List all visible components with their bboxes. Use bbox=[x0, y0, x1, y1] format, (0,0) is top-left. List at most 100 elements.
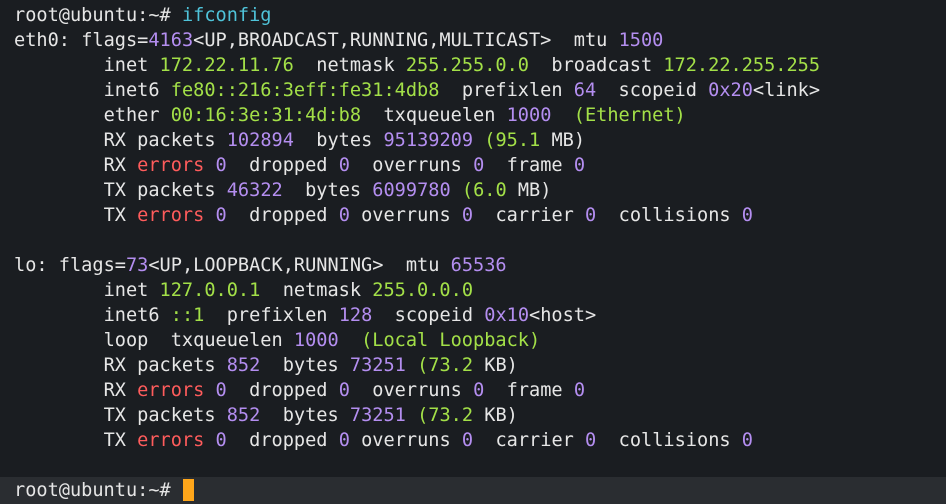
command-line: root@ubuntu:~# ifconfig bbox=[14, 3, 272, 28]
mtu-value: 65536 bbox=[450, 255, 507, 276]
dropped-label: dropped bbox=[249, 380, 328, 401]
iface-name: eth0: bbox=[14, 30, 70, 51]
text-cursor bbox=[183, 479, 194, 501]
inet6-label: inet6 bbox=[103, 305, 160, 326]
flags-list: <UP,LOOPBACK,RUNNING> bbox=[148, 255, 384, 276]
packets-label: packets bbox=[137, 355, 216, 376]
packets-label: packets bbox=[137, 405, 216, 426]
frame-label: frame bbox=[506, 380, 563, 401]
flags-value: 4163 bbox=[148, 30, 194, 51]
tx-collisions-value: 0 bbox=[741, 205, 753, 226]
carrier-label: carrier bbox=[495, 430, 574, 451]
rx-bytes-value: 73251 bbox=[349, 355, 406, 376]
lo-tx-errors-line: TX errors 0 dropped 0 overruns 0 carrier… bbox=[14, 428, 753, 453]
tx-errors-value: 0 bbox=[215, 430, 227, 451]
frame-label: frame bbox=[506, 155, 563, 176]
tx-bytes-value: 6099780 bbox=[372, 180, 451, 201]
rx-bytes-value: 95139209 bbox=[383, 130, 474, 151]
packets-label: packets bbox=[137, 180, 216, 201]
rx-label: RX bbox=[103, 155, 126, 176]
eth0-inet-line: inet 172.22.11.76 netmask 255.255.0.0 br… bbox=[14, 53, 821, 78]
link-type: (Ethernet) bbox=[573, 105, 686, 126]
tx-label: TX bbox=[103, 430, 126, 451]
rx-frame-value: 0 bbox=[573, 155, 586, 176]
lo-rx-packets-line: RX packets 852 bytes 73251 (73.2 KB) bbox=[14, 353, 518, 378]
tx-carrier-value: 0 bbox=[585, 205, 597, 226]
broadcast-value: 172.22.255.255 bbox=[663, 55, 821, 76]
tx-dropped-value: 0 bbox=[338, 205, 350, 226]
tx-label: TX bbox=[103, 205, 126, 226]
netmask-value: 255.0.0.0 bbox=[372, 280, 474, 301]
eth0-rx-errors-line: RX errors 0 dropped 0 overruns 0 frame 0 bbox=[14, 153, 585, 178]
eth0-tx-errors-line: TX errors 0 dropped 0 overruns 0 carrier… bbox=[14, 203, 753, 228]
txqueuelen-value: 1000 bbox=[293, 330, 339, 351]
tx-overruns-value: 0 bbox=[461, 430, 474, 451]
prefixlen-value: 64 bbox=[573, 80, 597, 101]
link-type: (Local Loopback) bbox=[361, 330, 541, 351]
packets-label: packets bbox=[137, 130, 216, 151]
rx-label: RX bbox=[103, 355, 126, 376]
rx-errors-value: 0 bbox=[215, 155, 227, 176]
bytes-label: bytes bbox=[282, 355, 339, 376]
tx-carrier-value: 0 bbox=[585, 430, 597, 451]
prefixlen-label: prefixlen bbox=[461, 80, 563, 101]
rx-dropped-value: 0 bbox=[338, 380, 350, 401]
errors-label: errors bbox=[137, 430, 205, 451]
lo-loop-line: loop txqueuelen 1000 (Local Loopback) bbox=[14, 328, 541, 353]
tx-unit: KB) bbox=[484, 405, 518, 426]
dropped-label: dropped bbox=[249, 430, 328, 451]
scopeid-value: 0x20 bbox=[708, 80, 753, 101]
eth0-rx-packets-line: RX packets 102894 bytes 95139209 (95.1 M… bbox=[14, 128, 585, 153]
overruns-label: overruns bbox=[372, 155, 462, 176]
tx-label: TX bbox=[103, 180, 126, 201]
lo-inet6-line: inet6 ::1 prefixlen 128 scopeid 0x10<hos… bbox=[14, 303, 597, 328]
active-prompt-line[interactable]: root@ubuntu:~# bbox=[14, 478, 171, 503]
iface-name: lo: bbox=[14, 255, 48, 276]
rx-packets-value: 852 bbox=[226, 355, 261, 376]
scopeid-value: 0x10 bbox=[484, 305, 530, 326]
tx-dropped-value: 0 bbox=[338, 430, 350, 451]
txqueuelen-value: 1000 bbox=[506, 105, 552, 126]
tx-packets-value: 46322 bbox=[226, 180, 283, 201]
inet6-value: fe80::216:3eff:fe31:4db8 bbox=[170, 80, 440, 101]
mtu-label: mtu bbox=[405, 255, 440, 276]
prompt: root@ubuntu:~# bbox=[14, 480, 171, 501]
tx-packets-value: 852 bbox=[226, 405, 261, 426]
inet-label: inet bbox=[103, 55, 149, 76]
tx-errors-value: 0 bbox=[215, 205, 227, 226]
inet-label: inet bbox=[103, 280, 149, 301]
ether-value: 00:16:3e:31:4d:b8 bbox=[170, 105, 362, 126]
tx-unit: MB) bbox=[517, 180, 552, 201]
eth0-header-line: eth0: flags=4163<UP,BROADCAST,RUNNING,MU… bbox=[14, 28, 663, 53]
tx-bytes-human: (73.2 bbox=[417, 405, 474, 426]
lo-inet-line: inet 127.0.0.1 netmask 255.0.0.0 bbox=[14, 278, 473, 303]
rx-label: RX bbox=[103, 130, 126, 151]
dropped-label: dropped bbox=[249, 155, 328, 176]
netmask-label: netmask bbox=[316, 55, 395, 76]
flags-label: flags= bbox=[81, 30, 149, 51]
overruns-label: overruns bbox=[361, 430, 451, 451]
prefixlen-value: 128 bbox=[338, 305, 373, 326]
scope-name: <link> bbox=[752, 80, 821, 101]
rx-label: RX bbox=[103, 380, 126, 401]
errors-label: errors bbox=[137, 205, 205, 226]
inet6-value: ::1 bbox=[170, 305, 205, 326]
tx-bytes-human: (6.0 bbox=[461, 180, 507, 201]
terminal-window[interactable]: root@ubuntu:~# ifconfig eth0: flags=4163… bbox=[0, 0, 946, 504]
command-text: ifconfig bbox=[181, 5, 272, 26]
collisions-label: collisions bbox=[618, 430, 731, 451]
rx-unit: KB) bbox=[484, 355, 518, 376]
lo-rx-errors-line: RX errors 0 dropped 0 overruns 0 frame 0 bbox=[14, 378, 585, 403]
eth0-ether-line: ether 00:16:3e:31:4d:b8 txqueuelen 1000 … bbox=[14, 103, 686, 128]
flags-label: flags= bbox=[58, 255, 126, 276]
bytes-label: bytes bbox=[282, 405, 339, 426]
rx-errors-value: 0 bbox=[215, 380, 227, 401]
tx-overruns-value: 0 bbox=[461, 205, 474, 226]
errors-label: errors bbox=[137, 155, 205, 176]
tx-collisions-value: 0 bbox=[741, 430, 753, 451]
tx-bytes-value: 73251 bbox=[349, 405, 406, 426]
flags-list: <UP,BROADCAST,RUNNING,MULTICAST> bbox=[193, 30, 552, 51]
inet6-label: inet6 bbox=[103, 80, 160, 101]
lo-tx-packets-line: TX packets 852 bytes 73251 (73.2 KB) bbox=[14, 403, 518, 428]
inet-value: 127.0.0.1 bbox=[159, 280, 261, 301]
